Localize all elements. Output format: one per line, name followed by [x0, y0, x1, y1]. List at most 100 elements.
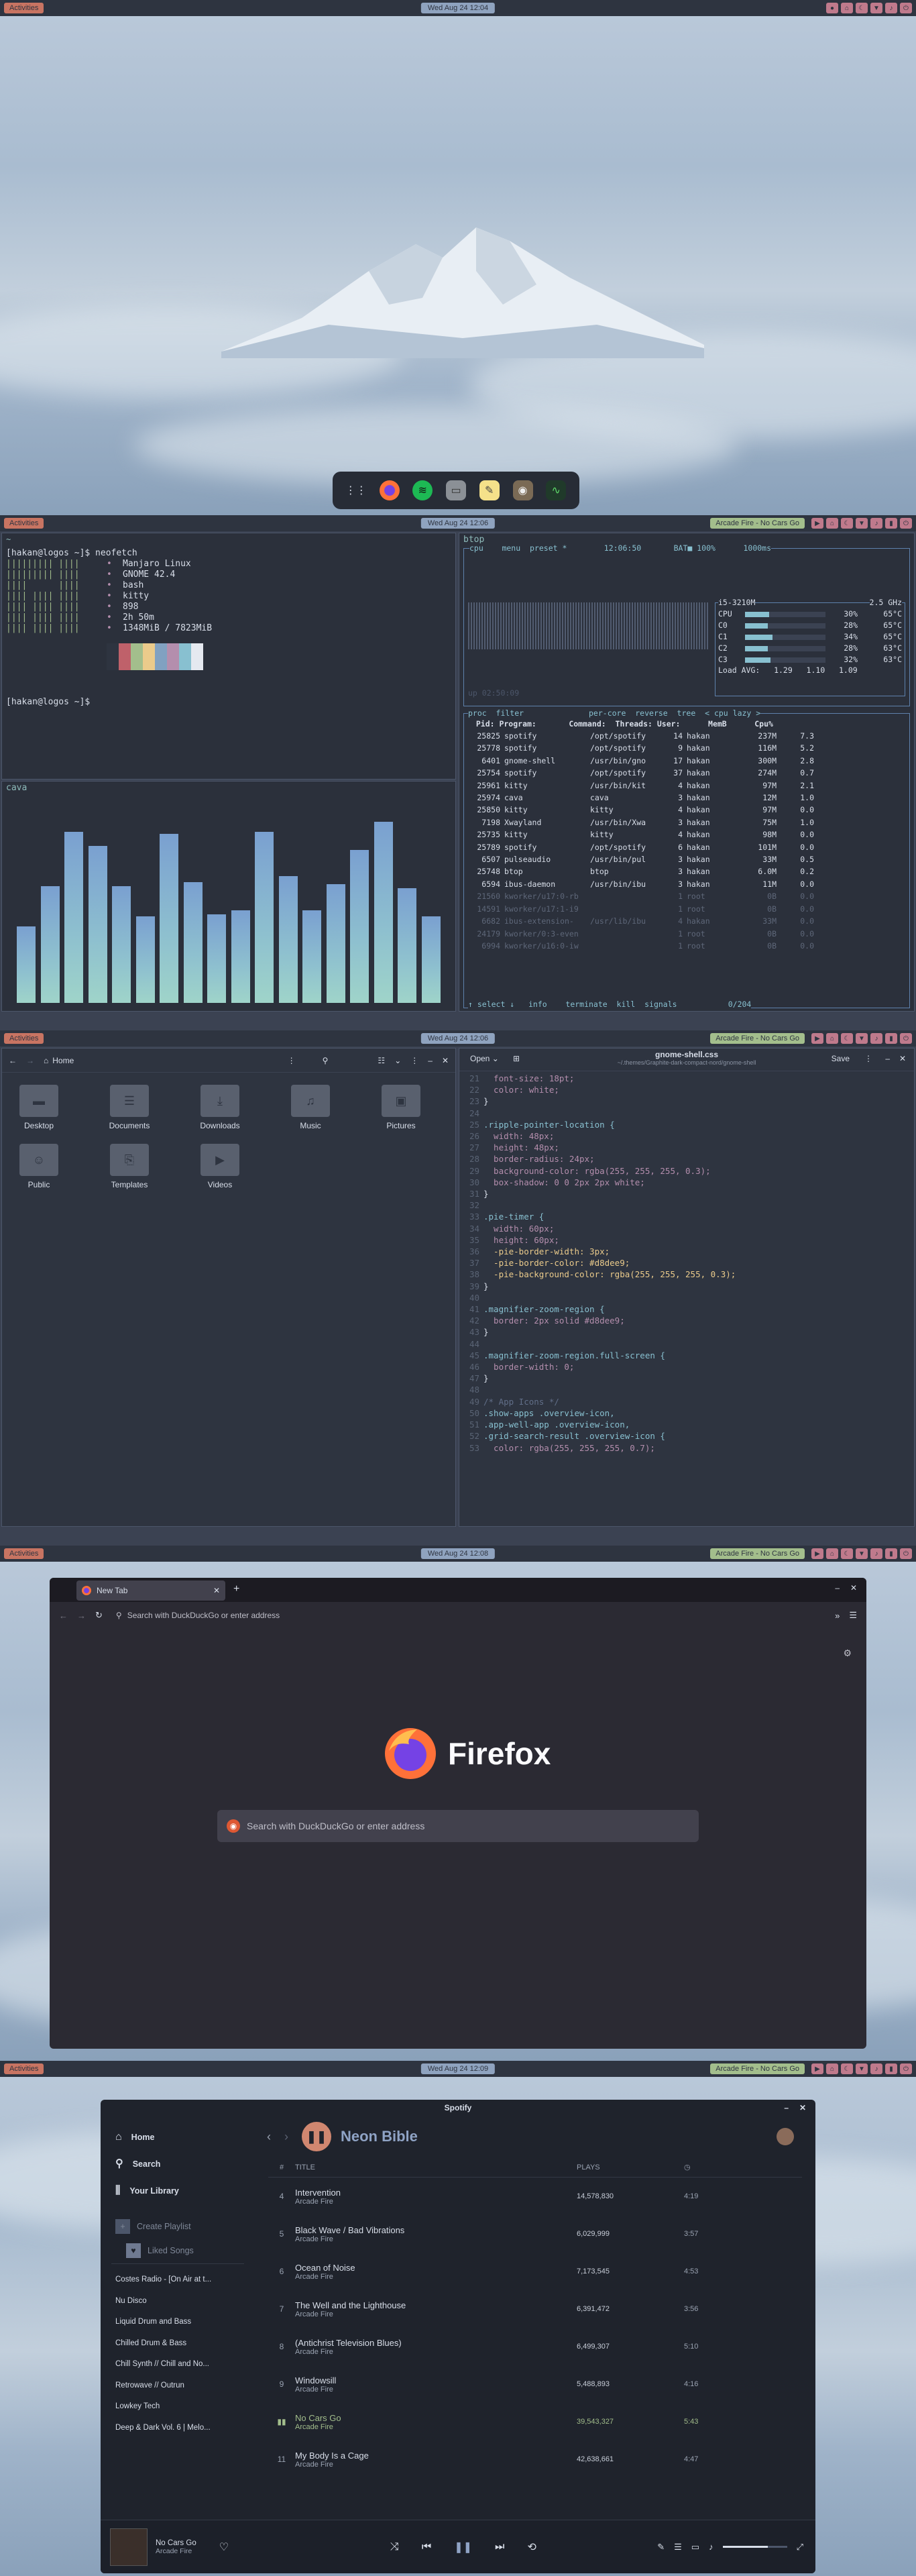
clock[interactable]: Wed Aug 24 12:09: [420, 2063, 496, 2074]
queue-icon[interactable]: ☰: [674, 2542, 682, 2553]
volume-icon[interactable]: ♪: [870, 2063, 882, 2074]
folder-music[interactable]: ♫ Music: [280, 1085, 341, 1130]
battery-icon[interactable]: ▮: [885, 1033, 897, 1044]
sidebar-liked-songs[interactable]: ♥ Liked Songs: [111, 2241, 244, 2264]
files-icon[interactable]: ▭: [446, 480, 466, 500]
process-row[interactable]: 6507 pulseaudio/usr/bin/pul 3 hakan 33M 0.5: [467, 853, 907, 865]
proc-footer[interactable]: ↑ select ↓ info terminate kill signals 0…: [468, 1000, 752, 1009]
close-icon[interactable]: ✕: [442, 1056, 449, 1065]
search-box[interactable]: ◉ Search with DuckDuckGo or enter addres…: [217, 1810, 699, 1842]
network-icon[interactable]: ▼: [856, 1033, 868, 1044]
close-icon[interactable]: ✕: [899, 1054, 906, 1063]
view-list-icon[interactable]: ☷: [378, 1056, 385, 1065]
tab-new-tab[interactable]: New Tab ✕: [76, 1580, 225, 1601]
clock[interactable]: Wed Aug 24 12:06: [420, 518, 496, 529]
moon-icon[interactable]: ☾: [841, 1548, 853, 1559]
clock[interactable]: Wed Aug 24 12:06: [420, 1033, 496, 1044]
track-row[interactable]: 8 (Antichrist Television Blues) Arcade Fir…: [268, 2328, 802, 2365]
now-playing-indicator[interactable]: Arcade Fire - No Cars Go: [710, 2063, 805, 2074]
power-icon[interactable]: ⏻: [900, 3, 912, 13]
process-row[interactable]: 7198 Xwayland/usr/bin/Xwa 3 hakan 75M 1.0: [467, 816, 907, 828]
network-icon[interactable]: ▼: [856, 518, 868, 529]
back-icon[interactable]: ←: [59, 1611, 68, 1621]
home-icon[interactable]: ⌂: [826, 1548, 838, 1559]
settings-gear-icon[interactable]: ⚙: [843, 1648, 852, 1659]
process-row[interactable]: 25735 kitty kitty 4 hakan 98M 0.0: [467, 828, 907, 841]
next-icon[interactable]: ⏭: [495, 2541, 504, 2553]
overflow-icon[interactable]: »: [835, 1611, 840, 1621]
track-row[interactable]: 11 My Body Is a Cage Arcade Fire 42,638,661…: [268, 2440, 802, 2478]
folder-templates[interactable]: ⎘ Templates: [99, 1144, 160, 1189]
process-row[interactable]: 25748 btop btop 3 hakan 6.0M 0.2: [467, 865, 907, 877]
minimize-icon[interactable]: –: [885, 1054, 890, 1063]
home-icon[interactable]: ⌂: [841, 3, 853, 13]
playlist-item[interactable]: Liquid Drum and Bass: [115, 2312, 240, 2333]
folder-public[interactable]: ☺ Public: [9, 1144, 69, 1189]
playlist-item[interactable]: Costes Radio - [On Air at t...: [115, 2269, 240, 2291]
folder-desktop[interactable]: ▬ Desktop: [9, 1085, 69, 1130]
album-art[interactable]: [110, 2528, 148, 2566]
process-row[interactable]: 25974 cava cava 3 hakan 12M 1.0: [467, 792, 907, 804]
fullscreen-icon[interactable]: ⤢: [797, 2542, 803, 2553]
track-row[interactable]: 9 Windowsill Arcade Fire 5,488,893 4:16: [268, 2365, 802, 2403]
moon-icon[interactable]: ☾: [841, 518, 853, 529]
folder-pictures[interactable]: ▣ Pictures: [371, 1085, 431, 1130]
avatar[interactable]: [777, 2128, 794, 2145]
playlist-item[interactable]: Deep & Dark Vol. 6 | Melo...: [115, 2418, 240, 2439]
sidebar-item-your-library[interactable]: ⫼ Your Library: [115, 2178, 240, 2204]
search-icon[interactable]: ⚲: [323, 1056, 329, 1065]
volume-icon[interactable]: ♪: [870, 1548, 882, 1559]
system-monitor-icon[interactable]: ∿: [546, 480, 567, 500]
folder-documents[interactable]: ☰ Documents: [99, 1085, 160, 1130]
volume-icon[interactable]: ♪: [885, 3, 897, 13]
record-icon[interactable]: ●: [826, 3, 838, 13]
track-row[interactable]: ▮▮ No Cars Go Arcade Fire 39,543,327 5:43: [268, 2403, 802, 2440]
now-playing-artist[interactable]: Arcade Fire: [156, 2547, 196, 2555]
track-row[interactable]: 7 The Well and the Lighthouse Arcade Fire 6…: [268, 2290, 802, 2328]
play-button[interactable]: ❚❚: [302, 2122, 331, 2151]
now-playing-indicator[interactable]: Arcade Fire - No Cars Go: [710, 518, 805, 529]
close-tab-icon[interactable]: ✕: [213, 1586, 220, 1595]
minimize-icon[interactable]: –: [784, 2100, 789, 2116]
menu-icon[interactable]: ⋮: [864, 1054, 872, 1063]
apps-grid-icon[interactable]: ⋮⋮: [345, 480, 367, 500]
url-bar[interactable]: ⚲ Search with DuckDuckGo or enter addres…: [112, 1605, 825, 1625]
reload-icon[interactable]: ↻: [95, 1610, 103, 1621]
location-label[interactable]: Home: [52, 1056, 74, 1065]
folder-videos[interactable]: ▶ Videos: [190, 1144, 250, 1189]
spotify-icon[interactable]: ≋: [412, 480, 433, 500]
process-row[interactable]: 6682 ibus-extension- /usr/lib/ibu 4 hakan 33M…: [467, 915, 907, 927]
cpu-header[interactable]: cpu menu preset * 12:06:50 BAT■ 100% 100…: [469, 543, 772, 553]
home-icon[interactable]: ⌂: [826, 518, 838, 529]
chevron-down-icon[interactable]: ⌄: [394, 1056, 401, 1065]
network-icon[interactable]: ▼: [856, 1548, 868, 1559]
forward-icon[interactable]: ›: [284, 2130, 288, 2144]
devices-icon[interactable]: ▭: [691, 2542, 699, 2553]
lyrics-icon[interactable]: ✎: [657, 2542, 665, 2553]
activities-button[interactable]: Activities: [4, 518, 44, 529]
moon-icon[interactable]: ☾: [841, 2063, 853, 2074]
process-row[interactable]: 6994 kworker/u16:0-iw 1 root 0B 0.0: [467, 940, 907, 952]
now-playing-indicator[interactable]: Arcade Fire - No Cars Go: [710, 1548, 805, 1559]
minimize-icon[interactable]: –: [835, 1583, 840, 1593]
network-icon[interactable]: ▼: [856, 2063, 868, 2074]
pause-icon[interactable]: ❚❚: [454, 2540, 472, 2554]
now-playing-indicator[interactable]: Arcade Fire - No Cars Go: [710, 1033, 805, 1044]
process-row[interactable]: 25789 spotify/opt/spotify 6 hakan 101M 0.0: [467, 841, 907, 853]
activities-button[interactable]: Activities: [4, 3, 44, 13]
volume-icon[interactable]: ♪: [709, 2542, 713, 2552]
gimp-icon[interactable]: ◉: [512, 480, 533, 500]
process-row[interactable]: 25825 spotify/opt/spotify 14 hakan 237M 7.3: [467, 730, 907, 742]
clock[interactable]: Wed Aug 24 12:08: [420, 1548, 496, 1559]
volume-slider[interactable]: [722, 2546, 787, 2548]
power-icon[interactable]: ⏻: [900, 2063, 912, 2074]
playlist-item[interactable]: Lowkey Tech: [115, 2396, 240, 2418]
sidebar-create-playlist[interactable]: + Create Playlist: [101, 2212, 255, 2241]
shuffle-icon[interactable]: ⤨: [390, 2541, 399, 2553]
activities-button[interactable]: Activities: [4, 1548, 44, 1559]
home-icon[interactable]: ⌂: [826, 2063, 838, 2074]
play-icon[interactable]: ▶: [811, 2063, 823, 2074]
new-tab-button[interactable]: +: [233, 1583, 239, 1595]
process-row[interactable]: 6594 ibus-daemon/usr/bin/ibu 3 hakan 11M 0.0: [467, 878, 907, 890]
sidebar-item-home[interactable]: ⌂ Home: [115, 2124, 240, 2151]
